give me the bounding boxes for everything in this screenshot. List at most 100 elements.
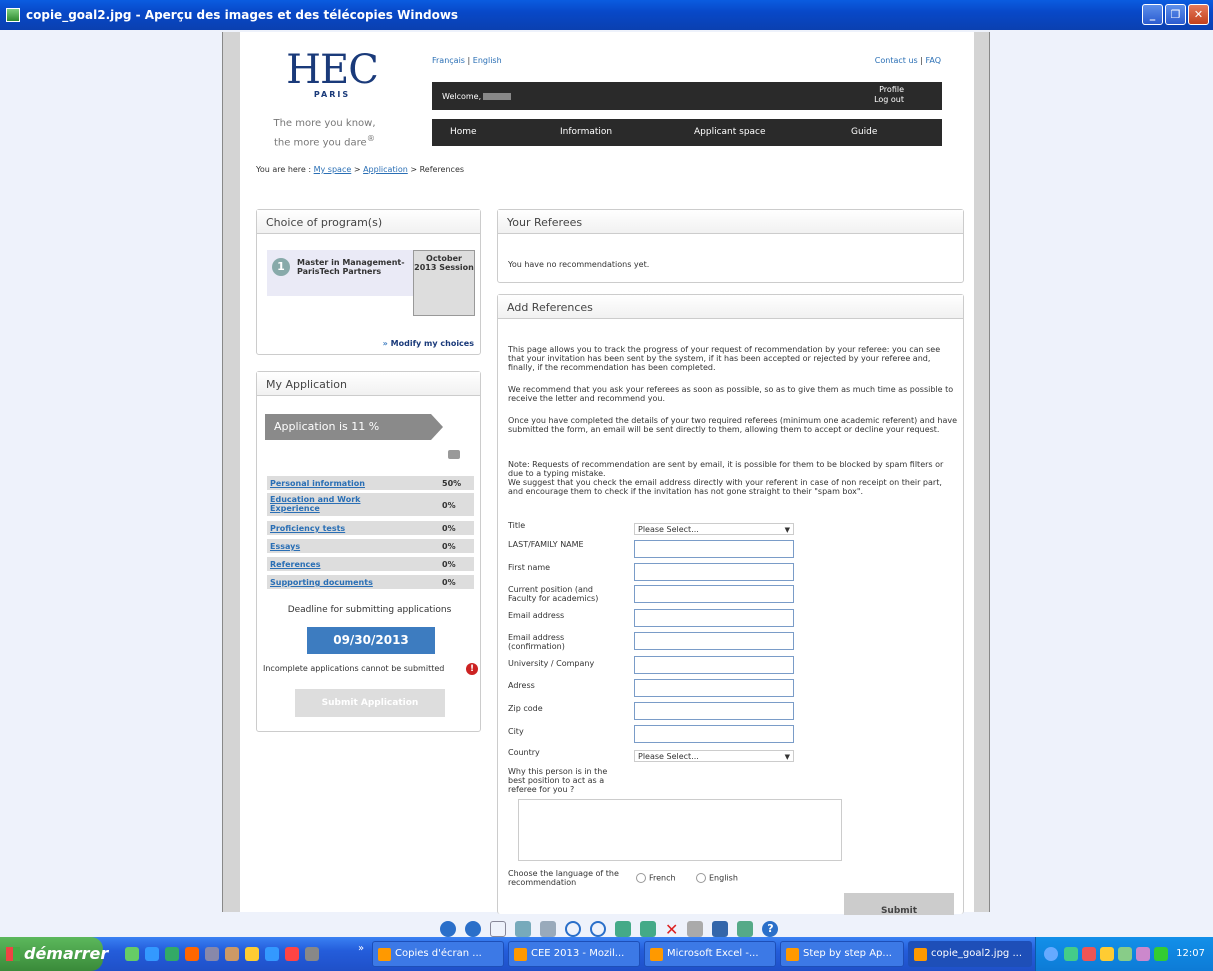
start-button[interactable]: démarrer: [0, 937, 108, 971]
app-icon[interactable]: [225, 947, 239, 961]
tray-icon[interactable]: [1100, 947, 1114, 961]
tray-icon[interactable]: [1118, 947, 1132, 961]
task-step-by-step[interactable]: Step by step Ap...: [780, 941, 904, 967]
app-icon[interactable]: [305, 947, 319, 961]
intro-paragraph-2: We recommend that you ask your referees …: [508, 385, 954, 403]
section-education-link[interactable]: Education and Work Experience: [270, 495, 410, 513]
section-proficiency-link[interactable]: Proficiency tests: [270, 524, 345, 533]
slogan-line1: The more you know,: [273, 118, 376, 129]
minimize-button[interactable]: _: [1142, 4, 1163, 25]
city-input[interactable]: [634, 725, 794, 743]
tray-icon[interactable]: [1082, 947, 1096, 961]
firstname-input[interactable]: [634, 563, 794, 581]
submit-button[interactable]: Submit: [844, 893, 954, 916]
system-tray: 12:07: [1035, 937, 1213, 971]
language-switch: Français | English: [432, 56, 502, 65]
task-image-viewer[interactable]: copie_goal2.jpg ...: [908, 941, 1032, 967]
window-titlebar: copie_goal2.jpg - Aperçu des images et d…: [0, 0, 1213, 30]
lang-french-link[interactable]: Français: [432, 56, 465, 65]
position-input[interactable]: [634, 585, 794, 603]
breadcrumb-sep: >: [410, 165, 418, 174]
section-documents-link[interactable]: Supporting documents: [270, 578, 373, 587]
nav-home[interactable]: Home: [450, 127, 477, 137]
language-english-option[interactable]: English: [696, 873, 738, 883]
actual-size-icon[interactable]: [515, 921, 531, 937]
language-french-option[interactable]: French: [636, 873, 676, 883]
lang-english-link[interactable]: English: [473, 56, 502, 65]
logout-link[interactable]: Log out: [874, 95, 904, 105]
nav-guide[interactable]: Guide: [851, 127, 877, 137]
save-icon[interactable]: [712, 921, 729, 937]
zip-input[interactable]: [634, 702, 794, 720]
modify-choices-link[interactable]: » Modify my choices: [383, 339, 474, 348]
nav-information[interactable]: Information: [560, 127, 612, 137]
profile-link[interactable]: Profile: [874, 85, 904, 95]
app-icon[interactable]: [245, 947, 259, 961]
window-title: copie_goal2.jpg - Aperçu des images et d…: [26, 8, 459, 22]
email-label: Email address: [508, 611, 565, 620]
email-input[interactable]: [634, 609, 794, 627]
email-confirm-input[interactable]: [634, 632, 794, 650]
zip-label: Zip code: [508, 704, 543, 713]
university-label: University / Company: [508, 659, 595, 668]
french-radio[interactable]: [636, 873, 646, 883]
hec-logo[interactable]: HEC PARIS: [277, 50, 387, 99]
restore-button[interactable]: ❐: [1165, 4, 1186, 25]
tray-icon[interactable]: [1154, 947, 1168, 961]
app-icon[interactable]: [205, 947, 219, 961]
task-screenshots[interactable]: Copies d'écran ...: [372, 941, 504, 967]
breadcrumb-application[interactable]: Application: [363, 165, 408, 174]
quicklaunch-icon[interactable]: [125, 947, 139, 961]
french-label: French: [649, 873, 676, 883]
title-select[interactable]: Please Select...: [634, 523, 794, 536]
choice-panel: Choice of program(s) 1 Master in Managem…: [256, 209, 481, 355]
address-label: Adress: [508, 681, 535, 690]
previous-icon[interactable]: [440, 921, 456, 937]
tray-chevron-icon[interactable]: [1044, 947, 1058, 961]
university-input[interactable]: [634, 656, 794, 674]
firefox-icon[interactable]: [185, 947, 199, 961]
best-fit-icon[interactable]: [490, 921, 506, 937]
program-name: Master in Management-ParisTech Partners: [297, 258, 405, 276]
slideshow-icon[interactable]: [540, 921, 556, 937]
zoom-out-icon[interactable]: [590, 921, 606, 937]
section-references-link[interactable]: References: [270, 560, 321, 569]
app-icon[interactable]: [285, 947, 299, 961]
print-icon[interactable]: [448, 450, 460, 459]
section-pct: 0%: [442, 501, 456, 510]
referees-title: Your Referees: [498, 210, 963, 234]
overflow-chevron-icon[interactable]: »: [358, 943, 364, 954]
why-textarea[interactable]: [518, 799, 842, 861]
slogan: The more you know, the more you dare®: [262, 117, 387, 150]
help-icon[interactable]: ?: [762, 921, 779, 937]
image-viewer-icon: [6, 8, 20, 22]
next-icon[interactable]: [465, 921, 481, 937]
country-select[interactable]: Please Select...: [634, 750, 794, 763]
section-essays-link[interactable]: Essays: [270, 542, 300, 551]
zoom-in-icon[interactable]: [565, 921, 581, 937]
ie-icon[interactable]: [145, 947, 159, 961]
lastname-input[interactable]: [634, 540, 794, 558]
contact-link[interactable]: Contact us: [875, 56, 918, 65]
delete-icon[interactable]: ✕: [665, 920, 678, 939]
section-personal-info-link[interactable]: Personal information: [270, 479, 365, 488]
nav-applicant-space[interactable]: Applicant space: [694, 127, 766, 137]
english-radio[interactable]: [696, 873, 706, 883]
address-input[interactable]: [634, 679, 794, 697]
referees-panel: Your Referees You have no recommendation…: [497, 209, 964, 283]
app-icon[interactable]: [265, 947, 279, 961]
edit-icon[interactable]: [737, 921, 754, 937]
tray-icon[interactable]: [1064, 947, 1078, 961]
tray-icon[interactable]: [1136, 947, 1150, 961]
print-icon[interactable]: [687, 921, 704, 937]
rotate-clockwise-icon[interactable]: [615, 921, 631, 937]
excel-icon[interactable]: [165, 947, 179, 961]
rotate-counterclockwise-icon[interactable]: [640, 921, 656, 937]
submit-application-button[interactable]: Submit Application: [295, 689, 445, 717]
breadcrumb-my-space[interactable]: My space: [314, 165, 352, 174]
task-excel[interactable]: Microsoft Excel -...: [644, 941, 776, 967]
task-firefox[interactable]: CEE 2013 - Mozil...: [508, 941, 640, 967]
add-references-panel: Add References This page allows you to t…: [497, 294, 964, 916]
close-button[interactable]: ✕: [1188, 4, 1209, 25]
faq-link[interactable]: FAQ: [926, 56, 942, 65]
